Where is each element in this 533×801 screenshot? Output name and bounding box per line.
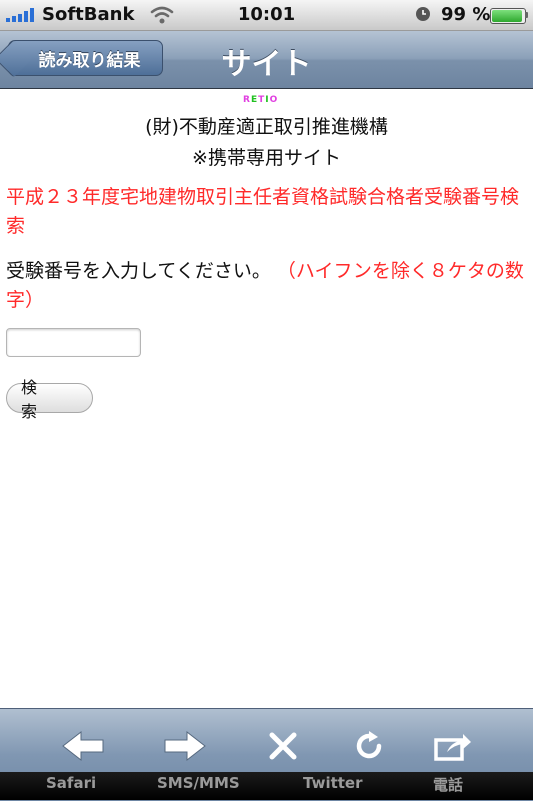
tab-twitter[interactable]: Twitter (303, 774, 363, 792)
battery-level-fill (492, 10, 522, 22)
tab-bar: Safari SMS/MMS Twitter 電話 (0, 772, 533, 800)
forward-arrow-icon[interactable] (160, 723, 210, 769)
share-icon[interactable] (428, 723, 478, 769)
mobile-site-label: ※携帯専用サイト (192, 147, 341, 169)
battery-percent: 99 % (441, 4, 491, 25)
search-button[interactable]: 検 索 (6, 378, 93, 421)
back-arrow-icon[interactable] (58, 723, 108, 769)
search-heading: 平成２３年度宅地建物取引主任者資格試験合格者受験番号検索 (6, 186, 520, 237)
tab-phone[interactable]: 電話 (433, 774, 463, 795)
reload-icon[interactable] (344, 723, 394, 769)
status-bar: SoftBank 10:01 99 % (0, 0, 533, 31)
battery-icon (490, 8, 526, 24)
organization-name: (財)不動産適正取引推進機構 (145, 116, 388, 138)
alarm-clock-icon (415, 6, 431, 26)
close-x-icon[interactable] (258, 723, 308, 769)
tab-sms-mms[interactable]: SMS/MMS (157, 774, 240, 792)
page-title: サイト (221, 47, 312, 82)
instruction-main: 受験番号を入力してください。 (6, 260, 271, 282)
battery-tip (525, 12, 528, 18)
tab-safari[interactable]: Safari (46, 774, 96, 792)
navigation-bar: 読み取り結果 サイト (0, 31, 533, 89)
exam-number-input[interactable] (6, 328, 141, 357)
instruction-text: 受験番号を入力してください。 （ハイフンを除く８ケタの数字） (6, 257, 526, 315)
retio-logo: RETIO (243, 95, 279, 105)
